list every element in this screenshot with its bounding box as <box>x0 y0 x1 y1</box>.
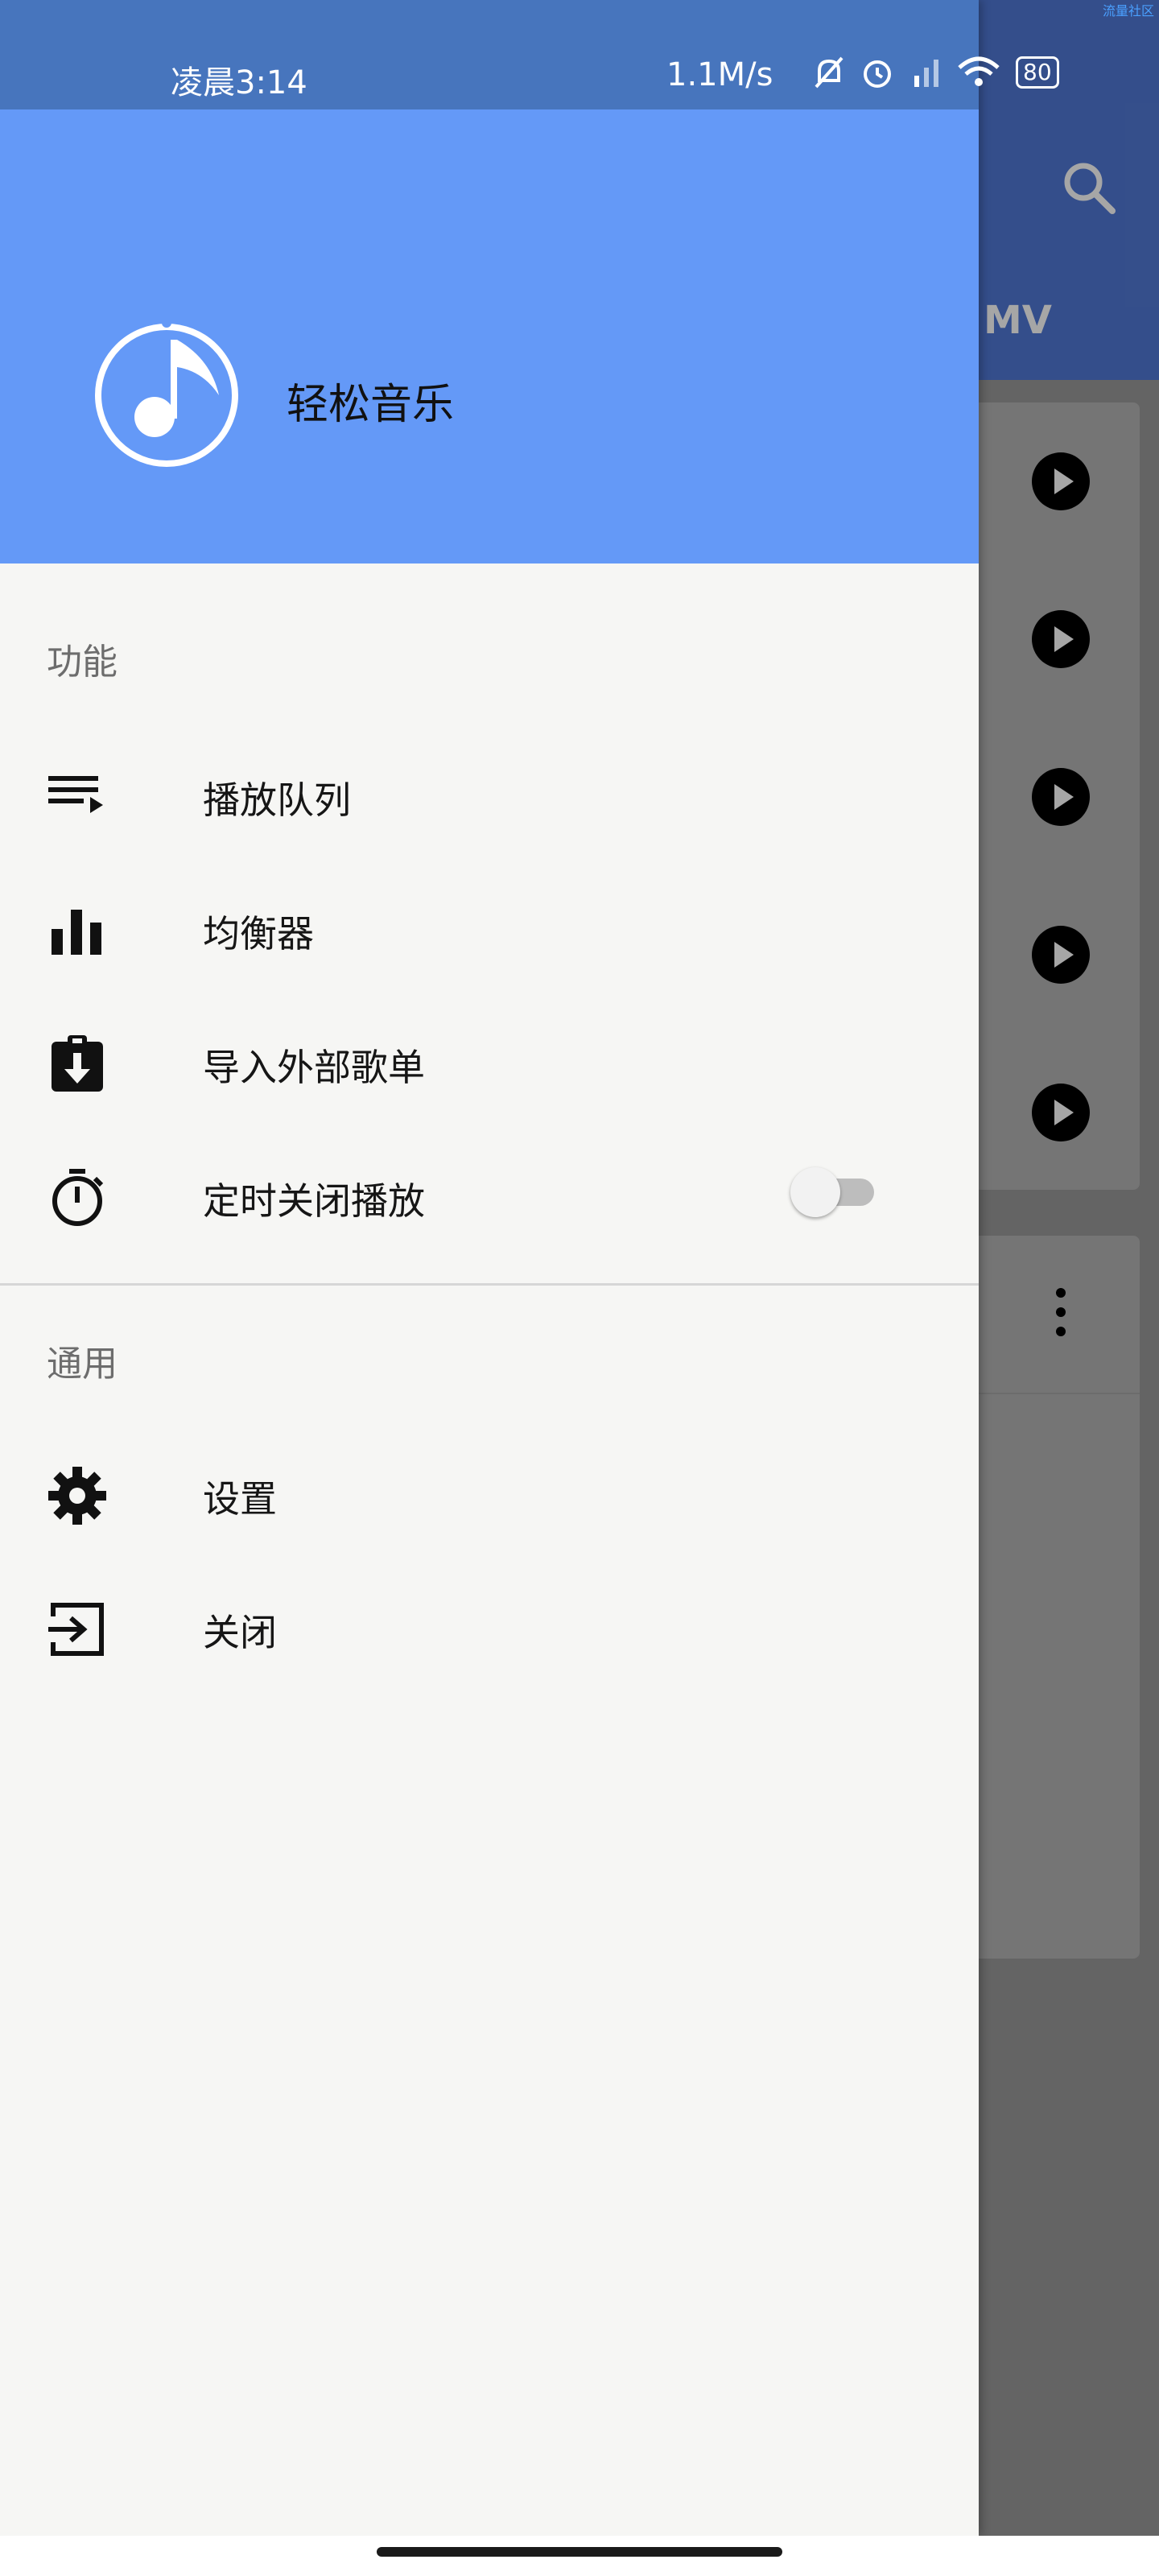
queue-music-icon <box>48 776 103 813</box>
toggle-knob <box>790 1167 840 1217</box>
navigation-drawer: 轻松音乐 功能 播放队列 均衡器 导入外部歌单 定时关闭播放 通用 设置 关闭 <box>0 0 979 2536</box>
status-time: 凌晨3:14 <box>171 64 307 101</box>
menu-item-settings[interactable]: 设置 <box>0 1423 979 1557</box>
equalizer-icon <box>52 910 101 955</box>
section-title-general: 通用 <box>47 1344 118 1385</box>
menu-label: 关闭 <box>203 1611 277 1654</box>
menu-label: 导入外部歌单 <box>203 1046 425 1089</box>
gesture-handle[interactable] <box>377 2547 782 2557</box>
wifi-icon <box>958 56 1000 86</box>
app-name: 轻松音乐 <box>287 381 455 429</box>
navigation-bar <box>0 2536 1159 2576</box>
mute-bell-icon <box>815 56 843 89</box>
watermark: 流量社区 <box>1102 3 1154 19</box>
menu-label: 均衡器 <box>203 912 314 956</box>
menu-item-sleep-timer[interactable]: 定时关闭播放 <box>0 1125 979 1259</box>
exit-icon <box>48 1603 104 1656</box>
status-bar: 凌晨3:14 1.1M/s 80 流量社区 <box>0 0 1159 109</box>
alarm-icon <box>864 60 891 88</box>
menu-label: 设置 <box>203 1477 277 1521</box>
menu-label: 定时关闭播放 <box>203 1179 425 1223</box>
import-playlist-icon <box>52 1035 103 1092</box>
music-note-logo-icon <box>95 319 238 467</box>
status-icons: 80 <box>813 55 1059 90</box>
sleep-timer-toggle[interactable] <box>790 1167 881 1217</box>
timer-icon <box>52 1169 104 1226</box>
menu-label: 播放队列 <box>203 778 351 822</box>
section-divider <box>0 1283 979 1286</box>
network-speed: 1.1M/s <box>666 56 773 93</box>
menu-item-exit[interactable]: 关闭 <box>0 1557 979 1690</box>
battery-icon: 80 <box>1016 56 1059 89</box>
menu-item-equalizer[interactable]: 均衡器 <box>0 858 979 992</box>
menu-item-play-queue[interactable]: 播放队列 <box>0 724 979 858</box>
section-title-features: 功能 <box>47 642 118 683</box>
signal-icon <box>914 60 938 87</box>
menu-item-import-playlist[interactable]: 导入外部歌单 <box>0 992 979 1125</box>
gear-icon <box>48 1467 106 1525</box>
